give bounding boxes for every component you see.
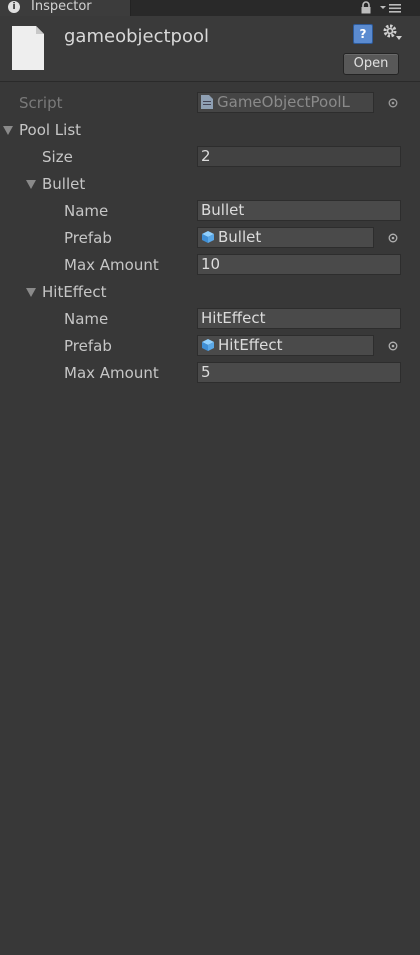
pool-list-label: Pool List <box>19 121 82 139</box>
file-icon <box>12 26 44 70</box>
max-amount-label: Max Amount <box>64 256 159 274</box>
object-picker-icon[interactable] <box>388 233 398 243</box>
inspector-header: gameobjectpool ? Open <box>0 16 420 82</box>
gear-icon[interactable] <box>381 22 403 44</box>
help-icon[interactable]: ? <box>353 24 373 44</box>
size-label: Size <box>42 148 73 166</box>
max-amount-label: Max Amount <box>64 364 159 382</box>
script-icon <box>201 95 213 109</box>
tab-inspector[interactable]: i Inspector <box>0 0 131 16</box>
script-label: Script <box>19 94 63 112</box>
size-field[interactable]: 2 <box>197 146 401 167</box>
prefab-cube-icon <box>202 231 214 243</box>
prefab-field[interactable]: Bullet <box>197 227 374 248</box>
object-picker-icon[interactable] <box>388 98 398 108</box>
pool-list-foldout[interactable]: Pool List <box>0 117 420 144</box>
lock-icon[interactable] <box>360 1 372 14</box>
script-field[interactable]: GameObjectPoolL <box>197 92 374 113</box>
name-field[interactable]: HitEffect <box>197 308 401 329</box>
info-icon: i <box>8 1 20 13</box>
object-title: gameobjectpool <box>64 26 209 47</box>
open-button[interactable]: Open <box>343 53 399 75</box>
name-row: Name Bullet <box>0 198 420 225</box>
max-amount-field[interactable]: 5 <box>197 362 401 383</box>
script-row: Script GameObjectPoolL <box>0 90 420 117</box>
tab-label: Inspector <box>31 0 92 14</box>
max-amount-row: Max Amount 10 <box>0 252 420 279</box>
prefab-label: Prefab <box>64 229 112 247</box>
prefab-value: HitEffect <box>218 336 283 354</box>
size-row: Size 2 <box>0 144 420 171</box>
element-header: Bullet <box>42 175 86 193</box>
name-field[interactable]: Bullet <box>197 200 401 221</box>
prefab-cube-icon <box>202 339 214 351</box>
prefab-value: Bullet <box>218 228 262 246</box>
foldout-arrow-icon[interactable] <box>3 126 13 135</box>
prefab-label: Prefab <box>64 337 112 355</box>
element-foldout-bullet[interactable]: Bullet <box>0 171 420 198</box>
menu-icon[interactable] <box>380 2 402 14</box>
element-foldout-hiteffect[interactable]: HitEffect <box>0 279 420 306</box>
prefab-field[interactable]: HitEffect <box>197 335 374 356</box>
foldout-arrow-icon[interactable] <box>26 180 36 189</box>
element-header: HitEffect <box>42 283 107 301</box>
name-row: Name HitEffect <box>0 306 420 333</box>
max-amount-field[interactable]: 10 <box>197 254 401 275</box>
script-value: GameObjectPoolL <box>217 93 350 111</box>
prefab-row: Prefab Bullet <box>0 225 420 252</box>
tab-bar: i Inspector <box>0 0 420 16</box>
foldout-arrow-icon[interactable] <box>26 288 36 297</box>
name-label: Name <box>64 202 109 220</box>
object-picker-icon[interactable] <box>388 341 398 351</box>
max-amount-row: Max Amount 5 <box>0 360 420 387</box>
prefab-row: Prefab HitEffect <box>0 333 420 360</box>
name-label: Name <box>64 310 109 328</box>
